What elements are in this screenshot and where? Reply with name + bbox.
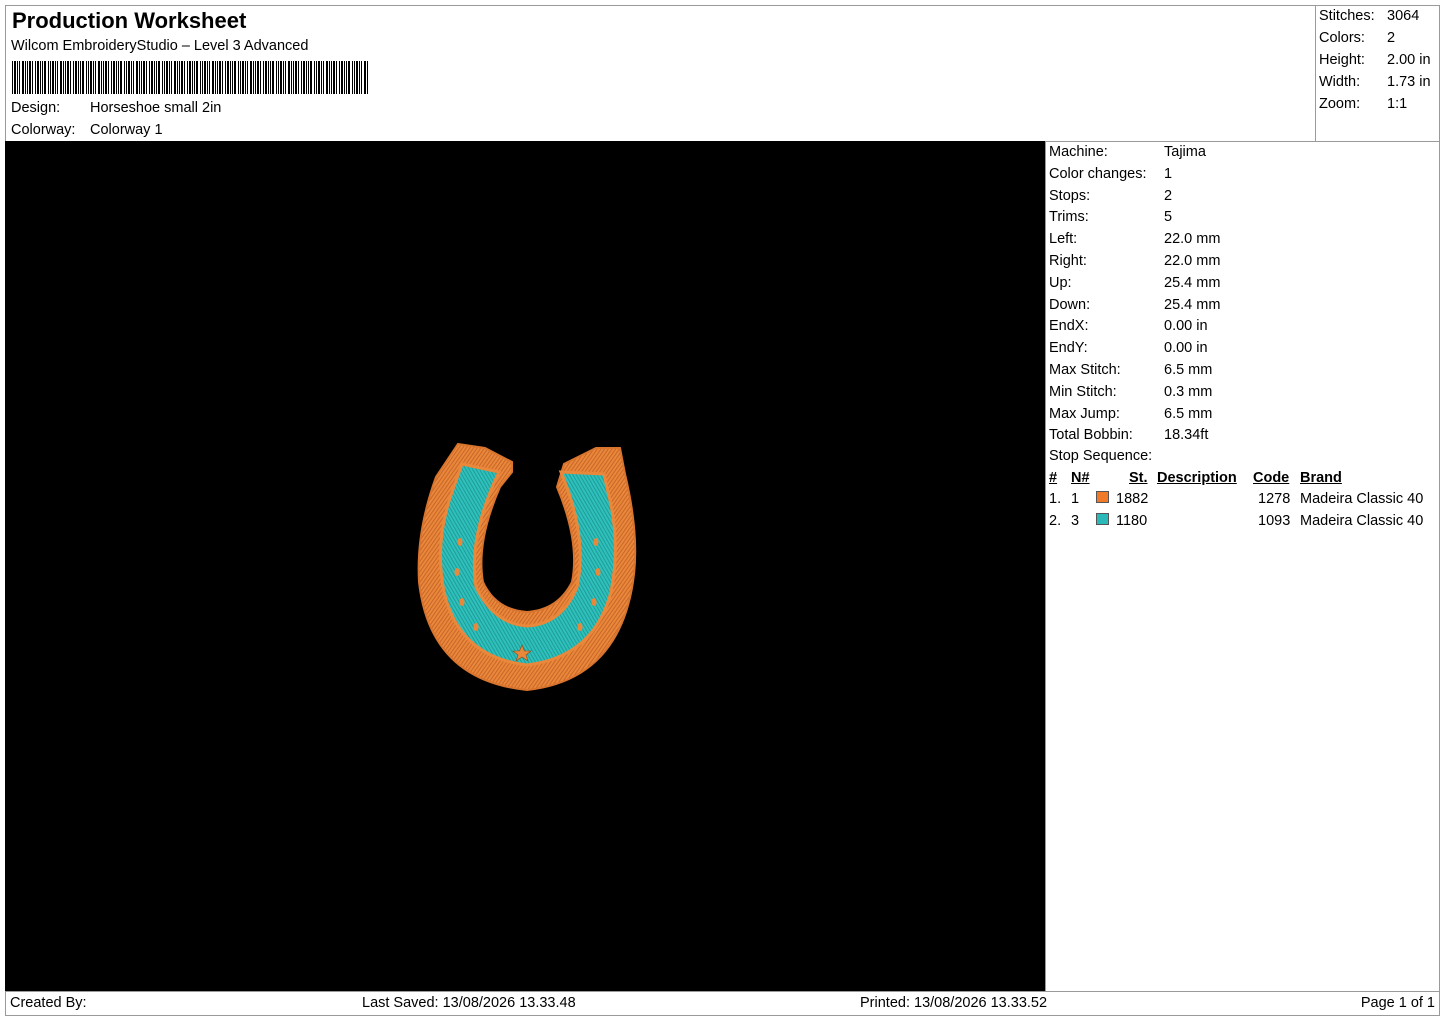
- info-row-min-stitch: Min Stitch: 0.3 mm: [1049, 384, 1212, 400]
- stitch-count: 1882: [1116, 491, 1149, 507]
- info-value: 0.00 in: [1164, 340, 1208, 357]
- info-label: Total Bobbin:: [1049, 427, 1133, 444]
- colorway-row: Colorway: Colorway 1: [11, 122, 163, 138]
- info-row-stops: Stops: 2: [1049, 188, 1172, 204]
- info-label: Left:: [1049, 231, 1078, 248]
- thread-brand: Madeira Classic 40: [1300, 491, 1424, 507]
- stitch-count: 1180: [1116, 513, 1148, 529]
- stat-row-zoom: Zoom: 1:1: [1319, 96, 1407, 112]
- stat-row-width: Width: 1.73 in: [1319, 74, 1431, 90]
- stop-sequence-title: Stop Sequence:: [1049, 448, 1153, 464]
- info-value: 22.0 mm: [1164, 253, 1221, 269]
- stat-row-height: Height: 2.00 in: [1319, 52, 1431, 68]
- info-row-endy: EndY: 0.00 in: [1049, 340, 1208, 356]
- info-value: 6.5 mm: [1164, 405, 1213, 422]
- info-value: Tajima: [1164, 144, 1206, 160]
- info-row-down: Down: 25.4 mm: [1049, 297, 1220, 313]
- info-row-trims: Trims: 5: [1049, 209, 1172, 225]
- info-value: 25.4 mm: [1164, 274, 1221, 291]
- stats-panel: Stitches: 3064 Colors: 2 Height: 2.00 in Wi…: [1315, 5, 1440, 142]
- info-value: 6.5 mm: [1164, 362, 1213, 378]
- stat-row-stitches: Stitches: 3064: [1319, 8, 1419, 24]
- page-number: Page 1 of 1: [1360, 995, 1435, 1011]
- info-value: 5: [1164, 209, 1173, 226]
- thread-brand: Madeira Classic 40: [1300, 513, 1424, 529]
- info-label: Color changes:: [1049, 165, 1147, 182]
- stat-value: 1.73 in: [1387, 74, 1431, 90]
- col-header-num: #: [1049, 470, 1058, 486]
- info-label: Max Stitch:: [1049, 362, 1121, 378]
- info-row-left: Left: 22.0 mm: [1049, 231, 1220, 247]
- worksheet-title: Production Worksheet: [12, 8, 247, 33]
- info-label: Machine:: [1049, 144, 1108, 160]
- col-header-description: Description: [1157, 470, 1237, 486]
- worksheet-footer: Created By: Last Saved: 13/08/2026 13.33…: [5, 991, 1440, 1016]
- stat-value: 3064: [1387, 8, 1420, 24]
- info-label: Max Jump:: [1049, 405, 1120, 422]
- info-label: Trims:: [1049, 209, 1089, 226]
- thread-code: 1278: [1258, 491, 1291, 507]
- info-label: Up:: [1049, 274, 1072, 291]
- design-name: Horseshoe small 2in: [90, 100, 222, 116]
- stat-value: 2: [1387, 30, 1396, 46]
- stat-label: Stitches:: [1319, 8, 1375, 24]
- machine-info-panel: Machine: Tajima Color changes: 1 Stops: 2 Trim…: [1045, 141, 1440, 992]
- info-row-max-jump: Max Jump: 6.5 mm: [1049, 406, 1212, 422]
- col-header-code: Code: [1253, 470, 1290, 486]
- horseshoe-design: [417, 442, 637, 692]
- printed-date: Printed: 13/08/2026 13.33.52: [860, 995, 1048, 1011]
- color-swatch: [1096, 513, 1109, 525]
- info-row-up: Up: 25.4 mm: [1049, 275, 1220, 291]
- info-row-total-bobbin: Total Bobbin: 18.34ft: [1049, 427, 1208, 443]
- info-row-endx: EndX: 0.00 in: [1049, 318, 1208, 334]
- stat-row-colors: Colors: 2: [1319, 30, 1395, 46]
- info-row-right: Right: 22.0 mm: [1049, 253, 1220, 269]
- design-label: Design:: [11, 100, 61, 116]
- row-index: 1.: [1049, 491, 1062, 507]
- design-preview: [5, 141, 1046, 992]
- horseshoe-fill: [438, 462, 617, 667]
- colorway-name: Colorway 1: [90, 122, 163, 138]
- color-swatch: [1096, 491, 1109, 503]
- created-by: Created By:: [10, 995, 87, 1011]
- col-header-stitches: St.: [1129, 470, 1148, 486]
- info-label: EndY:: [1049, 340, 1088, 357]
- worksheet-header: Production Worksheet Wilcom EmbroiderySt…: [5, 5, 1316, 142]
- stat-label: Colors:: [1319, 30, 1365, 46]
- info-row-machine: Machine: Tajima: [1049, 144, 1206, 160]
- info-value: 1: [1164, 165, 1173, 182]
- info-row-color-changes: Color changes: 1: [1049, 166, 1172, 182]
- info-value: 25.4 mm: [1164, 296, 1221, 313]
- stat-label: Width:: [1319, 74, 1361, 90]
- row-index: 2.: [1049, 513, 1062, 529]
- info-row-max-stitch: Max Stitch: 6.5 mm: [1049, 362, 1212, 378]
- info-label: Right:: [1049, 253, 1087, 269]
- info-value: 22.0 mm: [1164, 231, 1221, 248]
- thread-code: 1093: [1258, 513, 1291, 529]
- info-label: Min Stitch:: [1049, 383, 1117, 400]
- info-label: Down:: [1049, 296, 1091, 313]
- software-name: Wilcom EmbroideryStudio – Level 3 Advanc…: [11, 38, 309, 54]
- needle-number: 3: [1071, 513, 1080, 529]
- design-row: Design: Horseshoe small 2in: [11, 100, 221, 116]
- col-header-needle: N#: [1071, 470, 1090, 486]
- needle-number: 1: [1071, 491, 1080, 507]
- col-header-brand: Brand: [1300, 470, 1342, 486]
- info-value: 0.3 mm: [1164, 383, 1213, 400]
- stat-label: Height:: [1319, 52, 1365, 68]
- colorway-label: Colorway:: [11, 122, 76, 138]
- info-value: 2: [1164, 187, 1173, 204]
- info-value: 18.34ft: [1164, 427, 1209, 444]
- info-value: 0.00 in: [1164, 318, 1208, 335]
- last-saved: Last Saved: 13/08/2026 13.33.48: [362, 995, 576, 1011]
- stat-value: 1:1: [1387, 96, 1408, 112]
- info-label: EndX:: [1049, 318, 1089, 335]
- stat-value: 2.00 in: [1387, 52, 1431, 68]
- info-label: Stops:: [1049, 187, 1091, 204]
- stat-label: Zoom:: [1319, 96, 1361, 112]
- barcode: [12, 61, 368, 94]
